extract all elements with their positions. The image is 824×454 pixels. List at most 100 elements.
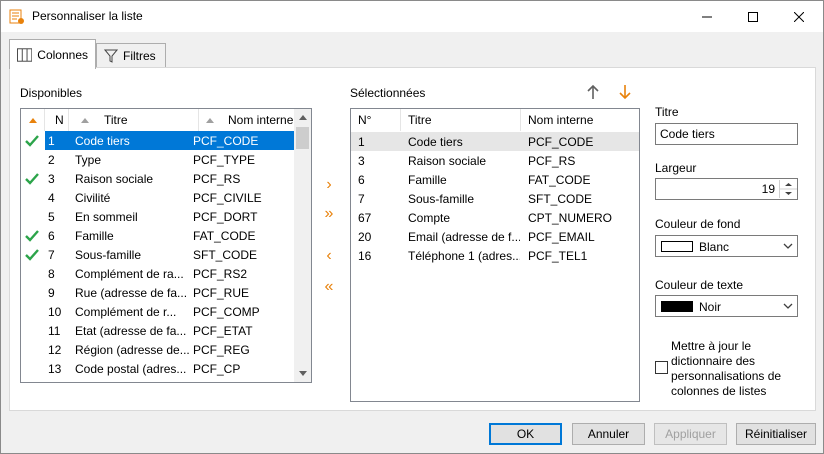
cell-nom: CPT_NUMERO	[528, 210, 613, 225]
table-row[interactable]: 67 Compte CPT_NUMERO	[351, 208, 639, 227]
annuler-label: Annuler	[587, 427, 630, 441]
cell-nom: PCF_RS	[528, 153, 576, 168]
sort-column-header[interactable]	[21, 109, 45, 131]
check-placeholder	[25, 359, 43, 378]
cell-n: 10	[48, 304, 62, 319]
selectionnees-label: Sélectionnées	[350, 86, 426, 100]
table-row[interactable]: 1 Code tiers PCF_CODE	[351, 132, 639, 151]
selectionnees-list[interactable]: N° Titre Nom interne 1 Code tiers PCF_CODE…	[350, 108, 640, 402]
table-row[interactable]: 9 Rue (adresse de fa... PCF_RUE	[21, 283, 295, 302]
scroll-down-arrow[interactable]	[294, 365, 311, 382]
header-nom-sel-label: Nom interne	[528, 113, 594, 127]
move-down-button[interactable]	[618, 84, 632, 100]
remove-all-button[interactable]: «	[319, 277, 339, 297]
table-row[interactable]: 10 Complément de r... PCF_COMP	[21, 302, 295, 321]
tab-filtres[interactable]: Filtres	[96, 43, 166, 68]
check-placeholder	[25, 283, 43, 302]
header-no[interactable]: N°	[351, 109, 401, 131]
cell-titre: Code postal (adres...	[75, 361, 187, 376]
table-row[interactable]: 6 Famille FAT_CODE	[21, 226, 295, 245]
check-placeholder	[25, 321, 43, 340]
row-content: 13 Code postal (adres... PCF_CP	[45, 359, 296, 378]
minimize-icon	[702, 16, 712, 17]
titre-label: Titre	[655, 105, 679, 119]
header-n[interactable]: N	[45, 109, 69, 131]
check-icon	[25, 226, 43, 245]
close-button[interactable]	[776, 1, 822, 32]
tab-colonnes-label: Colonnes	[37, 47, 88, 62]
cell-nom: PCF_TEL1	[528, 248, 588, 263]
disponibles-list[interactable]: N Titre Nom interne 1 Code tiers PCF_CODE 2…	[20, 108, 312, 383]
table-row[interactable]: 6 Famille FAT_CODE	[351, 170, 639, 189]
cell-n: 67	[358, 210, 372, 225]
add-selected-button[interactable]: ›	[319, 175, 339, 195]
largeur-spinner[interactable]: 19	[655, 178, 798, 200]
table-row[interactable]: 1 Code tiers PCF_CODE	[21, 131, 296, 150]
cell-titre: Raison sociale	[75, 171, 154, 186]
double-chevron-right-icon: »	[324, 205, 334, 222]
titre-input[interactable]: Code tiers	[655, 123, 798, 145]
spinner-buttons[interactable]	[779, 180, 797, 198]
cell-nom: PCF_CODE	[193, 133, 259, 148]
cell-titre: Code tiers	[75, 133, 130, 148]
tab-colonnes[interactable]: Colonnes	[9, 39, 96, 69]
fond-color-swatch	[661, 241, 693, 252]
dictionnaire-label: Mettre à jour le dictionnaire des person…	[671, 339, 782, 398]
cell-titre: Famille	[75, 228, 114, 243]
table-row[interactable]: 16 Téléphone 1 (adres... PCF_TEL1	[351, 246, 639, 265]
fond-combo[interactable]: Blanc	[655, 235, 798, 257]
largeur-label: Largeur	[655, 161, 697, 175]
annuler-button[interactable]: Annuler	[572, 423, 645, 445]
header-titre[interactable]: Titre	[69, 109, 199, 131]
ok-label: OK	[516, 427, 535, 441]
cell-nom: PCF_CIVILE	[193, 190, 262, 205]
table-row[interactable]: 4 Civilité PCF_CIVILE	[21, 188, 295, 207]
table-row[interactable]: 12 Région (adresse de... PCF_REG	[21, 340, 295, 359]
cell-n: 6	[48, 228, 55, 243]
table-row[interactable]: 3 Raison sociale PCF_RS	[21, 169, 295, 188]
selectionnees-header: N° Titre Nom interne	[351, 109, 639, 131]
scroll-thumb[interactable]	[296, 127, 309, 149]
texte-combo[interactable]: Noir	[655, 295, 798, 317]
double-chevron-left-icon: «	[324, 278, 334, 295]
add-all-button[interactable]: »	[319, 204, 339, 224]
move-up-button[interactable]	[586, 84, 600, 100]
chevron-up-icon	[298, 115, 307, 120]
fond-value: Blanc	[699, 240, 730, 254]
header-nom-sel[interactable]: Nom interne	[521, 109, 639, 131]
table-row[interactable]: 8 Complément de ra... PCF_RS2	[21, 264, 295, 283]
table-row[interactable]: 20 Email (adresse de f... PCF_EMAIL	[351, 227, 639, 246]
table-row[interactable]: 13 Code postal (adres... PCF_CP	[21, 359, 295, 378]
minimize-button[interactable]	[684, 1, 730, 32]
table-row[interactable]: 3 Raison sociale PCF_RS	[351, 151, 639, 170]
header-nom[interactable]: Nom interne	[199, 109, 296, 131]
scroll-up-arrow[interactable]	[294, 109, 311, 126]
disponibles-scrollbar[interactable]	[294, 109, 311, 382]
table-row[interactable]: 11 Etat (adresse de fa... PCF_ETAT	[21, 321, 295, 340]
check-placeholder	[25, 340, 43, 359]
check-placeholder	[25, 188, 43, 207]
texte-color-swatch	[661, 301, 693, 312]
table-row[interactable]: 5 En sommeil PCF_DORT	[21, 207, 295, 226]
fond-label: Couleur de fond	[655, 217, 741, 231]
cell-nom: SFT_CODE	[528, 191, 593, 206]
check-icon	[25, 169, 43, 188]
cell-n: 9	[48, 285, 55, 300]
row-content: 5 En sommeil PCF_DORT	[45, 207, 296, 226]
header-n-label: N	[55, 113, 64, 127]
appliquer-button[interactable]: Appliquer	[654, 423, 727, 445]
dictionnaire-checkbox[interactable]	[655, 361, 668, 374]
ok-button[interactable]: OK	[489, 423, 562, 445]
header-no-label: N°	[358, 113, 372, 127]
titre-input-value: Code tiers	[660, 127, 715, 141]
table-row[interactable]: 2 Type PCF_TYPE	[21, 150, 295, 169]
maximize-button[interactable]	[730, 1, 776, 32]
cell-titre: Famille	[408, 172, 447, 187]
table-row[interactable]: 7 Sous-famille SFT_CODE	[21, 245, 295, 264]
remove-selected-button[interactable]: ‹	[319, 246, 339, 266]
header-titre-sel[interactable]: Titre	[401, 109, 521, 131]
table-row[interactable]: 7 Sous-famille SFT_CODE	[351, 189, 639, 208]
reinitialiser-button[interactable]: Réinitialiser	[736, 423, 816, 445]
check-placeholder	[25, 207, 43, 226]
check-placeholder	[25, 302, 43, 321]
